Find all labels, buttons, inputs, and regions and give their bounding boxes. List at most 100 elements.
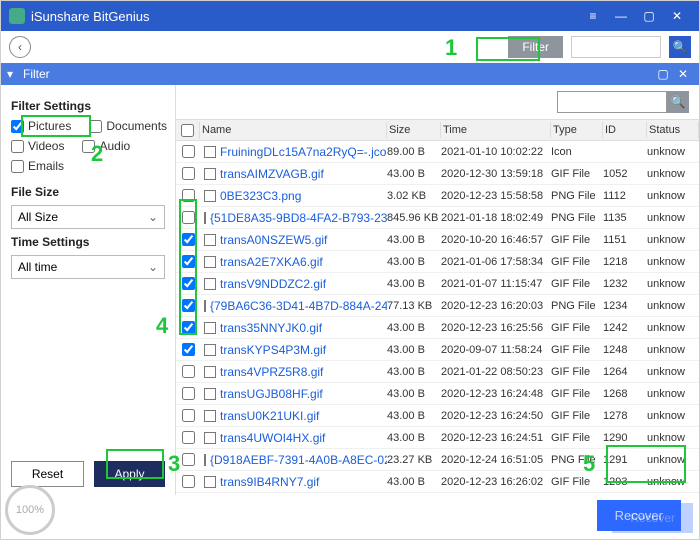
file-name: transAIMZVAGB.gif [220, 167, 324, 181]
file-time: 2020-09-07 11:58:24 [441, 344, 551, 356]
file-type: PNG File [551, 212, 603, 224]
file-size-select[interactable]: All Size⌄ [11, 205, 165, 229]
reset-button[interactable]: Reset [11, 461, 84, 487]
table-row[interactable]: trans4VPRZ5R8.gif43.00 B2021-01-22 08:50… [176, 361, 699, 383]
file-name: trans35NNYJK0.gif [220, 321, 322, 335]
file-type: GIF File [551, 366, 603, 378]
table-row[interactable]: trans4UWOI4HX.gif43.00 B2020-12-23 16:24… [176, 427, 699, 449]
col-status[interactable]: Status [647, 122, 699, 138]
file-id: 1248 [603, 344, 647, 356]
table-row[interactable]: transKYPS4P3M.gif43.00 B2020-09-07 11:58… [176, 339, 699, 361]
col-name[interactable]: Name [200, 122, 387, 138]
file-size: 3.02 KB [387, 190, 441, 202]
col-type[interactable]: Type [551, 122, 603, 138]
filter-sidebar: Filter Settings Pictures Documents Video… [1, 85, 176, 495]
apply-button[interactable]: Apply [94, 461, 165, 487]
row-checkbox[interactable] [182, 409, 195, 422]
col-id[interactable]: ID [603, 122, 647, 138]
table-row[interactable]: trans9IB4RNY7.gif43.00 B2020-12-23 16:26… [176, 471, 699, 493]
filter-button[interactable]: Filter [508, 36, 563, 58]
file-size: 23.27 KB [387, 454, 441, 466]
row-checkbox[interactable] [182, 299, 195, 312]
table-row[interactable]: 0BE323C3.png3.02 KB2020-12-23 15:58:58PN… [176, 185, 699, 207]
file-time: 2020-12-24 16:51:05 [441, 454, 551, 466]
file-type: GIF File [551, 234, 603, 246]
file-id: 1291 [603, 454, 647, 466]
row-checkbox[interactable] [182, 167, 195, 180]
select-all-checkbox[interactable] [181, 124, 194, 137]
documents-checkbox[interactable]: Documents [89, 119, 167, 133]
panel-close-button[interactable]: ✕ [673, 67, 693, 81]
file-time: 2021-01-22 08:50:23 [441, 366, 551, 378]
results-search-button[interactable]: 🔍 [667, 91, 689, 113]
videos-checkbox[interactable]: Videos [11, 139, 64, 153]
table-row[interactable]: transA0NSZEW5.gif43.00 B2020-10-20 16:46… [176, 229, 699, 251]
file-status: unknow [647, 168, 699, 180]
col-time[interactable]: Time [441, 122, 551, 138]
row-checkbox[interactable] [182, 431, 195, 444]
file-status: unknow [647, 256, 699, 268]
row-checkbox[interactable] [182, 387, 195, 400]
file-size: 43.00 B [387, 476, 441, 488]
maximize-button[interactable]: ▢ [635, 1, 663, 31]
file-size: 77.13 KB [387, 300, 441, 312]
back-button[interactable]: ‹ [9, 36, 31, 58]
table-row[interactable]: transUGJB08HF.gif43.00 B2020-12-23 16:24… [176, 383, 699, 405]
audio-checkbox[interactable]: Audio [82, 139, 130, 153]
panel-maximize-button[interactable]: ▢ [653, 67, 673, 81]
table-row[interactable]: trans35NNYJK0.gif43.00 B2020-12-23 16:25… [176, 317, 699, 339]
time-select[interactable]: All time⌄ [11, 255, 165, 279]
titlebar: iSunshare BitGenius ≡ — ▢ ✕ [1, 1, 699, 31]
file-time: 2020-12-23 16:26:02 [441, 476, 551, 488]
minimize-button[interactable]: — [607, 1, 635, 31]
row-checkbox[interactable] [182, 453, 195, 466]
row-checkbox[interactable] [182, 255, 195, 268]
file-size: 43.00 B [387, 168, 441, 180]
progress-circle: 100% [5, 485, 55, 535]
file-id: 1151 [603, 234, 647, 246]
file-name: trans4VPRZ5R8.gif [220, 365, 323, 379]
file-id: 1293 [603, 476, 647, 488]
row-checkbox[interactable] [182, 145, 195, 158]
row-checkbox[interactable] [182, 321, 195, 334]
table-row[interactable]: {79BA6C36-3D41-4B7D-884A-242A39B277.13 K… [176, 295, 699, 317]
file-size-heading: File Size [11, 185, 165, 199]
file-time: 2021-01-07 11:15:47 [441, 278, 551, 290]
row-checkbox[interactable] [182, 211, 195, 224]
file-status: unknow [647, 146, 699, 158]
table-row[interactable]: transV9NDDZC2.gif43.00 B2021-01-07 11:15… [176, 273, 699, 295]
toolbar-search-input[interactable] [571, 36, 661, 58]
table-row[interactable]: transA2E7XKA6.gif43.00 B2021-01-06 17:58… [176, 251, 699, 273]
table-row[interactable]: transAIMZVAGB.gif43.00 B2020-12-30 13:59… [176, 163, 699, 185]
row-checkbox[interactable] [182, 365, 195, 378]
file-icon [204, 300, 206, 312]
emails-checkbox[interactable]: Emails [11, 159, 64, 173]
file-status: unknow [647, 190, 699, 202]
menu-button[interactable]: ≡ [579, 1, 607, 31]
file-status: unknow [647, 454, 699, 466]
file-size: 43.00 B [387, 234, 441, 246]
file-name: transUGJB08HF.gif [220, 387, 323, 401]
table-row[interactable]: {D918AEBF-7391-4A0B-A8EC-02654252A23.27 … [176, 449, 699, 471]
table-body[interactable]: FruiningDLc15A7na2RyQ=-.jco89.00 B2021-0… [176, 141, 699, 495]
recover-ghost: Recover [612, 503, 693, 533]
file-id: 1264 [603, 366, 647, 378]
table-row[interactable]: {51DE8A35-9BD8-4FA2-B793-231F21804845.96… [176, 207, 699, 229]
chevron-down-icon: ⌄ [148, 260, 158, 274]
row-checkbox[interactable] [182, 277, 195, 290]
toolbar-search-button[interactable]: 🔍 [669, 36, 691, 58]
file-status: unknow [647, 344, 699, 356]
table-row[interactable]: transU0K21UKI.gif43.00 B2020-12-23 16:24… [176, 405, 699, 427]
pictures-checkbox[interactable]: Pictures [11, 119, 71, 133]
row-checkbox[interactable] [182, 189, 195, 202]
row-checkbox[interactable] [182, 343, 195, 356]
col-size[interactable]: Size [387, 122, 441, 138]
results-search-input[interactable] [557, 91, 667, 113]
row-checkbox[interactable] [182, 475, 195, 488]
file-name: transA2E7XKA6.gif [220, 255, 323, 269]
table-row[interactable]: FruiningDLc15A7na2RyQ=-.jco89.00 B2021-0… [176, 141, 699, 163]
close-button[interactable]: ✕ [663, 1, 691, 31]
file-name: transA0NSZEW5.gif [220, 233, 327, 247]
row-checkbox[interactable] [182, 233, 195, 246]
file-time: 2020-12-23 16:24:51 [441, 432, 551, 444]
